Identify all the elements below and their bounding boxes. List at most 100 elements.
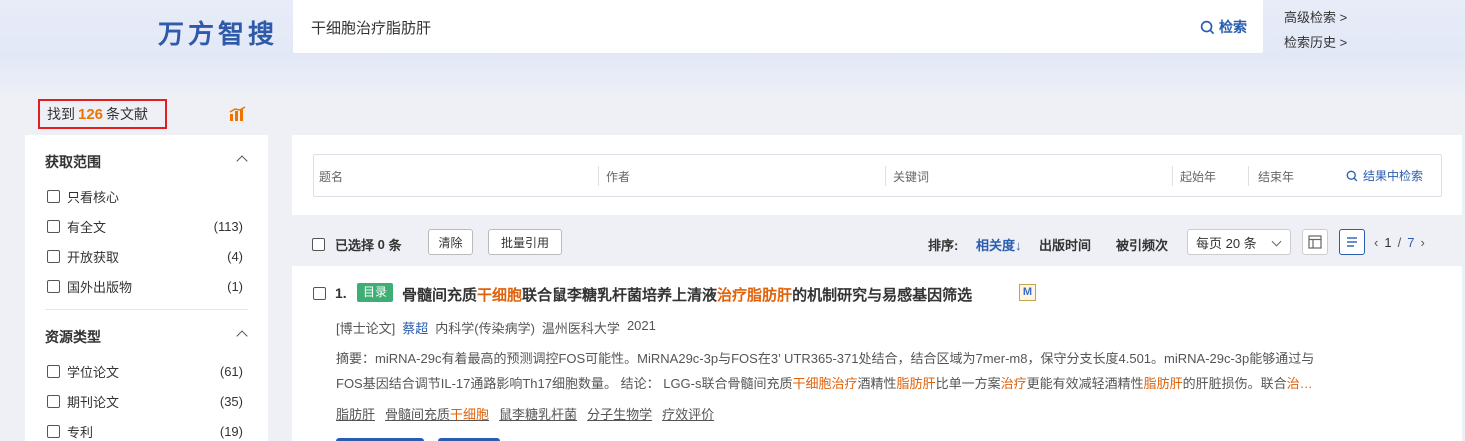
divider (885, 166, 886, 186)
logo[interactable]: 万方智搜 (158, 14, 278, 51)
sort-date[interactable]: 出版时间 (1039, 235, 1091, 254)
result-discipline: 内科学(传染病学) (435, 321, 535, 336)
divider (1248, 166, 1249, 186)
facet-item[interactable]: 有全文 (113) (47, 217, 243, 236)
search-icon (1200, 20, 1215, 34)
facet-title-types: 资源类型 (45, 329, 101, 345)
search-input[interactable]: 干细胞治疗脂肪肝 (311, 17, 431, 38)
chevron-left-icon[interactable]: ‹ (1374, 235, 1378, 250)
checkbox[interactable] (47, 250, 60, 263)
select-all-checkbox[interactable] (312, 238, 325, 251)
sort-relevance[interactable]: 相关度↓ (976, 235, 1022, 254)
selected-suffix: 条 (388, 238, 402, 253)
facet-item[interactable]: 开放获取 (4) (47, 247, 243, 266)
checkbox[interactable] (47, 190, 60, 203)
checkbox[interactable] (47, 220, 60, 233)
result-author[interactable]: 蔡超 (402, 318, 428, 337)
list-view-button[interactable] (1339, 229, 1365, 255)
table-view-icon (1308, 235, 1322, 249)
facet-label: 专利 (67, 425, 94, 440)
divider (1172, 166, 1173, 186)
facet-label: 期刊论文 (67, 395, 120, 410)
pagination: ‹ 1 / 7 › (1374, 235, 1425, 250)
result-count-prefix: 找到 (47, 106, 75, 122)
facet-item[interactable]: 国外出版物 (1) (47, 277, 243, 296)
sort-label: 排序: (928, 238, 959, 253)
keyword-link[interactable]: 脂肪肝 (336, 404, 375, 423)
selected-count: 0 (377, 237, 385, 252)
result-school[interactable]: 温州医科大学 (542, 318, 620, 337)
facet-label: 只看核心 (67, 190, 120, 205)
checkbox[interactable] (47, 280, 60, 293)
search-history-link[interactable]: 检索历史 > (1284, 32, 1347, 51)
result-abstract-line: 摘要：miRNA-29c有着最高的预测调控FOS可能性。MiRNA29c-3p与… (336, 351, 1315, 366)
end-year-input[interactable]: 结束年 (1258, 168, 1294, 185)
facet-count: (4) (227, 249, 243, 264)
title-filter-input[interactable]: 题名 (319, 168, 343, 185)
result-checkbox[interactable] (313, 287, 326, 300)
selected-prefix: 已选择 (335, 238, 375, 253)
facet-count: (61) (219, 364, 243, 379)
search-button[interactable]: 检索 (1200, 17, 1247, 37)
page-total[interactable]: 7 (1407, 235, 1414, 250)
sort-cited[interactable]: 被引频次 (1116, 235, 1168, 254)
facet-item[interactable]: 期刊论文 (35) (47, 392, 243, 411)
selection-summary: 已选择 0 条 (312, 235, 402, 254)
keyword-link[interactable]: 骨髓间充质干细胞 (385, 404, 489, 423)
bar-chart-icon[interactable] (229, 106, 247, 122)
result-meta: [博士论文] 蔡超 内科学(传染病学) 温州医科大学 2021 (336, 318, 656, 337)
chevron-up-icon[interactable] (236, 155, 248, 167)
search-button-label: 检索 (1219, 19, 1247, 35)
keyword-link[interactable]: 鼠李糖乳杆菌 (499, 404, 577, 423)
list-view-icon (1347, 237, 1357, 247)
author-filter-input[interactable]: 作者 (606, 168, 630, 185)
page-current: 1 (1384, 235, 1392, 250)
search-box[interactable]: 干细胞治疗脂肪肝 检索 (293, 0, 1263, 53)
search-in-results-label: 结果中检索 (1362, 169, 1423, 183)
facet-label: 学位论文 (67, 365, 120, 380)
advanced-search-link[interactable]: 高级检索 > (1284, 7, 1347, 26)
filter-panel: 题名 作者 关键词 起始年 结束年 结果中检索 (292, 135, 1462, 215)
filter-row: 题名 作者 关键词 起始年 结束年 结果中检索 (313, 154, 1442, 197)
result-item: 1. 目录 骨髓间充质干细胞联合鼠李糖乳杆菌培养上清液治疗脂肪肝的机制研究与易感… (292, 266, 1462, 441)
facet-label: 开放获取 (67, 250, 120, 265)
keyword-link[interactable]: 分子生物学 (587, 404, 652, 423)
start-year-input[interactable]: 起始年 (1180, 168, 1216, 185)
page-separator: / (1397, 235, 1402, 250)
facet-item[interactable]: 专利 (19) (47, 422, 243, 441)
results-toolbar: 已选择 0 条 清除 批量引用 排序: 相关度↓ 出版时间 被引频次 每页 20… (292, 225, 1462, 260)
result-title[interactable]: 骨髓间充质干细胞联合鼠李糖乳杆菌培养上清液治疗脂肪肝的机制研究与易感基因筛选 (402, 284, 972, 305)
divider (45, 309, 248, 310)
search-in-results-button[interactable]: 结果中检索 (1346, 167, 1423, 184)
result-abstract-line: FOS基因结合调节IL-17通路影响Th17细胞数量。 结论： LGG-s联合骨… (336, 376, 1313, 391)
result-year: 2021 (626, 318, 656, 333)
per-page-select[interactable]: 每页 20 条 (1187, 229, 1291, 255)
facet-label: 国外出版物 (67, 280, 133, 295)
checkbox[interactable] (47, 365, 60, 378)
checkbox[interactable] (47, 425, 60, 438)
keyword-filter-input[interactable]: 关键词 (893, 168, 929, 185)
facet-count: (35) (219, 394, 243, 409)
divider (598, 166, 599, 186)
facet-label: 有全文 (67, 220, 107, 235)
facet-title-scope: 获取范围 (45, 154, 101, 170)
result-count-number: 126 (78, 105, 104, 123)
batch-cite-button[interactable]: 批量引用 (488, 229, 562, 255)
search-icon (1346, 170, 1358, 181)
result-count-suffix: 条文献 (106, 106, 149, 122)
facet-item[interactable]: 学位论文 (61) (47, 362, 243, 381)
sidebar: 获取范围 只看核心 有全文 (113) 开放获取 (4) 国外出版物 (1) 资源类型… (25, 135, 268, 441)
per-page-value: 每页 20 条 (1196, 235, 1257, 251)
keyword-link[interactable]: 疗效评价 (662, 404, 714, 423)
toc-tag[interactable]: 目录 (357, 283, 394, 302)
chevron-right-icon[interactable]: › (1420, 235, 1424, 250)
facet-item[interactable]: 只看核心 (47, 187, 243, 206)
m-badge-icon[interactable]: M (1019, 284, 1036, 301)
facet-count: (1) (227, 279, 243, 294)
clear-button[interactable]: 清除 (428, 229, 473, 255)
table-view-button[interactable] (1302, 229, 1328, 255)
facet-count: (19) (219, 424, 243, 439)
chevron-up-icon[interactable] (236, 330, 248, 342)
result-type: [博士论文] (336, 321, 396, 336)
checkbox[interactable] (47, 395, 60, 408)
